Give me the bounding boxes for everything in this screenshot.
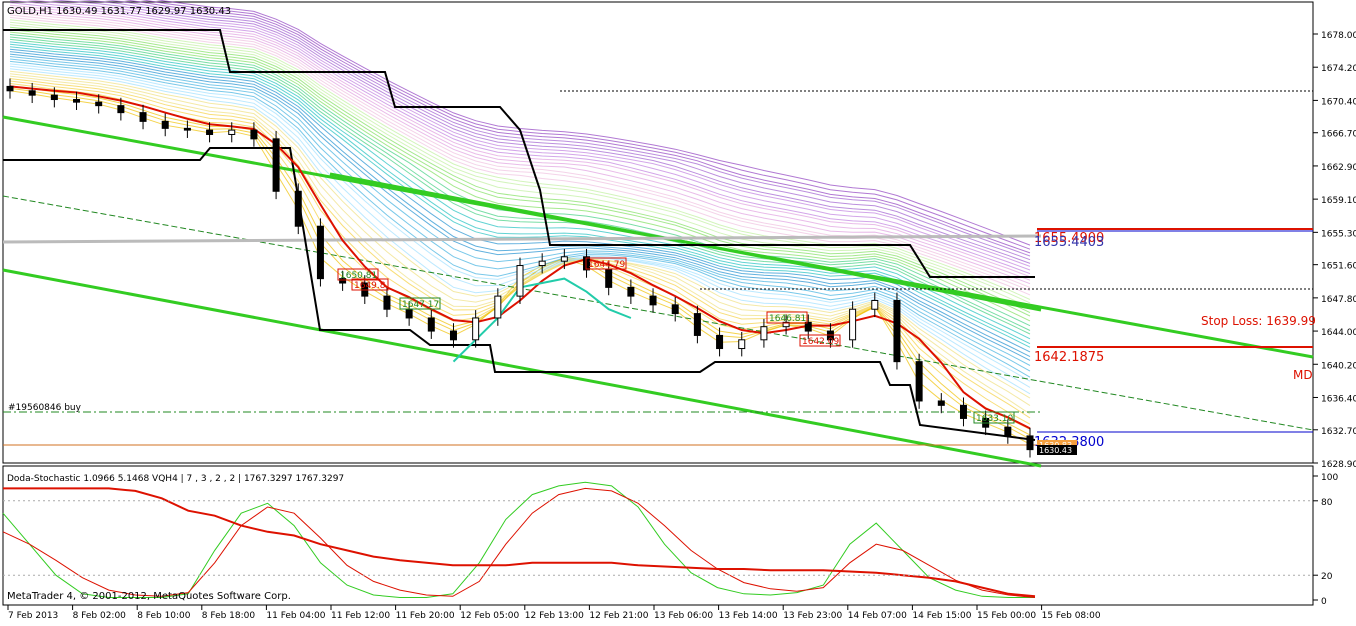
y-tick-label: 1651.60 <box>1321 262 1356 272</box>
x-tick-label: 8 Feb 18:00 <box>202 611 256 621</box>
candle-body <box>605 269 613 288</box>
y-tick-label: 1670.40 <box>1321 97 1356 107</box>
x-tick-label: 7 Feb 2013 <box>8 611 58 621</box>
y-tick-label: 1640.20 <box>1321 361 1356 371</box>
candle-body <box>560 256 568 262</box>
candle-body <box>228 129 236 135</box>
candle-body <box>1026 435 1034 451</box>
candle-body <box>649 295 657 306</box>
level-label-red: 1642.1875 <box>1034 350 1104 365</box>
candle-body <box>28 90 36 96</box>
y-tick-label: 1655.30 <box>1321 229 1356 239</box>
candle-body <box>915 361 923 402</box>
candle-body <box>716 334 724 350</box>
level-label-top-purple: 1655.4403 <box>1034 235 1104 250</box>
y-tick-label: 1647.80 <box>1321 295 1356 305</box>
x-tick-label: 8 Feb 02:00 <box>73 611 127 621</box>
candle-body <box>161 120 169 129</box>
candle-body <box>50 94 58 101</box>
box-label-5: 1642.09 <box>799 334 841 347</box>
x-tick-label: 11 Feb 20:00 <box>396 611 455 621</box>
box-label-7: 1644.79 <box>585 257 627 270</box>
svg-text:1646.81: 1646.81 <box>769 314 806 324</box>
stoch-y-tick-label: 100 <box>1321 473 1338 483</box>
md-label: MD <box>1293 368 1313 382</box>
candle-body <box>627 286 635 297</box>
candle-body <box>494 295 502 319</box>
y-tick-label: 1644.00 <box>1321 328 1356 338</box>
candle-body <box>427 317 435 332</box>
candle-body <box>250 129 258 140</box>
candle-body <box>472 317 480 341</box>
x-tick-label: 11 Feb 12:00 <box>331 611 390 621</box>
sub-panel-header: Doda-Stochastic 1.0966 5.1468 VQH4 | 7 ,… <box>7 474 344 484</box>
candle-body <box>937 400 945 406</box>
candle-body <box>738 339 746 350</box>
x-tick-label: 15 Feb 00:00 <box>977 611 1036 621</box>
candle-body <box>959 404 967 419</box>
candle-body <box>95 101 103 107</box>
candle-body <box>383 295 391 310</box>
candle-body <box>206 129 214 135</box>
stoch-y-tick-label: 80 <box>1321 498 1333 508</box>
x-tick-label: 14 Feb 07:00 <box>848 611 907 621</box>
box-label-3: 1647.17 <box>399 297 441 310</box>
candle-body <box>294 190 302 227</box>
candle-body <box>538 260 546 267</box>
candle-body <box>671 304 679 315</box>
svg-text:1647.17: 1647.17 <box>402 300 439 310</box>
x-tick-label: 12 Feb 05:00 <box>460 611 519 621</box>
box-label-2: 1649.8 <box>351 278 389 291</box>
x-tick-label: 13 Feb 14:00 <box>719 611 778 621</box>
candle-body <box>760 326 768 341</box>
box-label-6: 1633.10 <box>973 411 1015 424</box>
candle-body <box>272 138 280 192</box>
y-tick-label: 1666.70 <box>1321 130 1356 140</box>
candle-body <box>449 330 457 341</box>
candle-body <box>693 313 701 336</box>
y-tick-label: 1662.90 <box>1321 163 1356 173</box>
svg-text:1633.10: 1633.10 <box>976 414 1013 424</box>
y-tick-label: 1636.40 <box>1321 394 1356 404</box>
y-tick-label: 1659.10 <box>1321 196 1356 206</box>
chart-window: 1678.00 1674.20 1670.40 1666.70 1662.90 1659.… <box>0 0 1356 622</box>
chart-header: GOLD,H1 1630.49 1631.77 1629.97 1630.43 <box>7 6 231 17</box>
y-tick-label: 1628.90 <box>1321 460 1356 470</box>
candle-body <box>849 308 857 341</box>
stoch-y-tick-label: 0 <box>1321 597 1327 607</box>
candle-body <box>183 127 191 131</box>
candle-body <box>1004 426 1012 437</box>
box-label-4: 1646.81 <box>766 311 808 324</box>
candle-body <box>6 85 14 92</box>
x-tick-label: 11 Feb 04:00 <box>266 611 325 621</box>
price-chart[interactable]: 1678.00 1674.20 1670.40 1666.70 1662.90 1659.… <box>0 0 1356 622</box>
order-label: #19560846 buy <box>8 403 82 413</box>
x-tick-label: 15 Feb 08:00 <box>1042 611 1101 621</box>
stop-loss-label: Stop Loss: 1639.99 <box>1201 314 1316 328</box>
svg-text:1644.79: 1644.79 <box>588 260 625 270</box>
candle-body <box>405 308 413 319</box>
candle-body <box>516 265 524 297</box>
x-tick-label: 8 Feb 10:00 <box>137 611 191 621</box>
x-tick-label: 12 Feb 21:00 <box>589 611 648 621</box>
copyright-label: MetaTrader 4, © 2001-2012, MetaQuotes So… <box>7 591 291 602</box>
svg-text:1642.09: 1642.09 <box>802 337 839 347</box>
y-tick-label: 1678.00 <box>1321 31 1356 41</box>
candle-body <box>139 112 147 122</box>
y-tick-label: 1632.70 <box>1321 427 1356 437</box>
candle-body <box>73 99 81 103</box>
candle-body <box>316 225 324 280</box>
price-tag-current: 1630.43 <box>1039 446 1072 455</box>
stoch-y-tick-label: 20 <box>1321 572 1333 582</box>
candle-body <box>117 105 125 114</box>
x-tick-label: 13 Feb 06:00 <box>654 611 713 621</box>
x-tick-label: 13 Feb 23:00 <box>783 611 842 621</box>
svg-text:1649.8: 1649.8 <box>354 281 386 291</box>
candle-body <box>871 299 879 310</box>
candle-body <box>893 299 901 363</box>
x-tick-label: 12 Feb 13:00 <box>525 611 584 621</box>
y-tick-label: 1674.20 <box>1321 64 1356 74</box>
x-tick-label: 14 Feb 15:00 <box>912 611 971 621</box>
